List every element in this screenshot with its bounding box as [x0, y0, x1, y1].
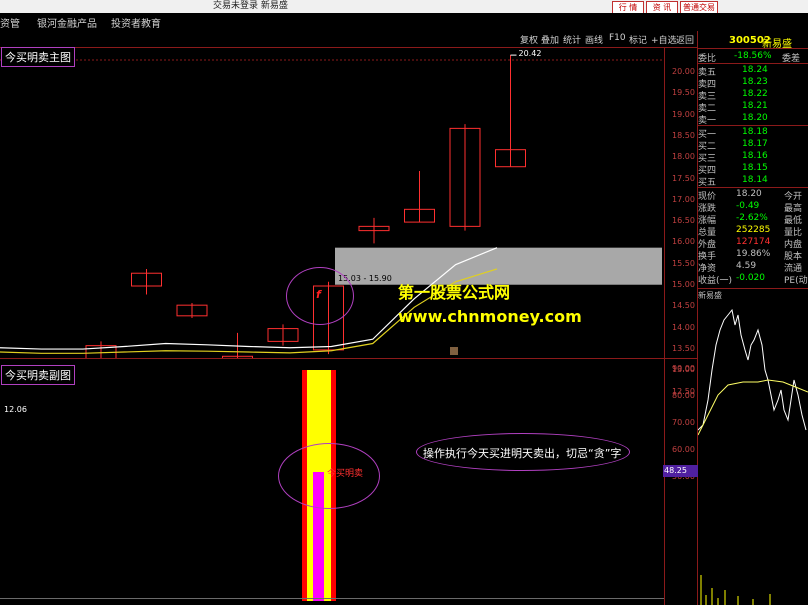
panel-resize-icon[interactable]	[450, 347, 458, 355]
high-price-label: 20.42	[518, 49, 542, 59]
buy-level-price: 18.17	[742, 139, 768, 149]
stat-value: 127174	[736, 237, 771, 247]
buy-level-price: 18.15	[742, 163, 768, 173]
stat-value: 18.20	[736, 189, 762, 199]
intraday-mini-chart[interactable]	[698, 300, 808, 605]
toolbar-back[interactable]: 返回	[676, 33, 694, 46]
buy-level-price: 18.14	[742, 175, 768, 185]
stat-value: 4.59	[736, 261, 757, 271]
main-y-tick: 14.00	[672, 322, 695, 332]
main-y-tick: 17.00	[672, 194, 695, 204]
main-y-tick: 20.00	[672, 67, 695, 76]
stat-value: -2.62%	[736, 213, 768, 223]
stat-value: 252285	[736, 225, 771, 235]
stat-right-label: PE(动)	[784, 276, 808, 286]
stat-value: -0.49	[736, 201, 760, 211]
menu-item-education[interactable]: 投资者教育	[111, 15, 161, 30]
sub-y-tick: 90.00	[672, 364, 695, 373]
stat-label: 收益(一)	[698, 276, 733, 286]
sell-level-price: 18.22	[742, 89, 768, 99]
menu-item-products[interactable]: 银河金融产品	[37, 15, 97, 30]
toolbar-overlay[interactable]: 叠加	[541, 33, 559, 46]
y-axis-border	[664, 47, 665, 605]
sub-current-value: 48.25	[663, 465, 698, 477]
weibi-value: -18.56%	[734, 51, 772, 61]
window-title: 交易未登录 新易盛	[213, 1, 288, 11]
quote-panel: 300502 新易盛 委比 -18.56% 委差 卖五 18.24 卖四 18.23 卖…	[698, 35, 808, 300]
toolbar-mark[interactable]: 标记	[629, 33, 647, 46]
watermark-title: 第一股票公式网	[398, 283, 511, 302]
sell-level-price: 18.23	[742, 77, 768, 87]
buy-level-price: 18.16	[742, 151, 768, 161]
panel-divider	[0, 358, 698, 359]
stat-value: 19.86%	[736, 249, 771, 259]
buy-level-price: 18.18	[742, 127, 768, 137]
main-y-tick: 18.50	[672, 130, 695, 140]
sub-y-tick: 60.00	[672, 445, 695, 454]
main-y-tick: 17.50	[672, 173, 695, 183]
sub-baseline	[0, 598, 664, 599]
toolbar-stats[interactable]: 统计	[563, 33, 581, 46]
title-bar: 交易未登录 新易盛 行 情 资 讯 普通交易	[0, 0, 808, 14]
main-y-tick: 15.00	[672, 280, 695, 289]
sell-level-price: 18.24	[742, 65, 768, 75]
sub-bar-label: 今买明卖	[327, 469, 364, 479]
main-y-tick: 16.50	[672, 216, 695, 226]
low-price-label: 12.06	[4, 405, 27, 415]
main-y-tick: 19.00	[672, 109, 695, 119]
note-text: 操作执行今天买进明天卖出，切忌“贪”字	[423, 447, 622, 460]
sell-level-price: 18.20	[742, 113, 768, 123]
toolbar-draw[interactable]: 画线	[585, 33, 603, 46]
main-y-tick: 16.00	[672, 237, 695, 247]
sub-chart-label: 今买明卖副图	[1, 365, 75, 385]
toolbar-add-fav[interactable]: +自选	[651, 33, 677, 46]
main-y-tick: 18.00	[672, 152, 695, 162]
toolbar-f10[interactable]: F10	[609, 33, 626, 43]
sell-level-price: 18.21	[742, 101, 768, 111]
main-y-tick: 14.50	[672, 301, 695, 311]
stat-value: -0.020	[736, 273, 766, 283]
main-chart-label: 今买明卖主图	[1, 47, 75, 67]
chart-toolbar: 复权 叠加 统计 画线 F10 标记 +自选 返回	[0, 31, 698, 47]
main-y-tick: 19.50	[672, 88, 695, 98]
menu-bar: 资管 银河金融产品 投资者教育	[0, 13, 808, 31]
sub-y-tick: 80.00	[672, 391, 695, 400]
watermark-url: www.chnmoney.com	[398, 307, 582, 326]
sub-y-tick: 70.00	[672, 418, 695, 427]
mini-chart-border	[698, 288, 808, 289]
main-y-tick: 13.50	[672, 343, 695, 353]
main-y-tick: 15.50	[672, 258, 695, 268]
buy-signal-marker: f	[316, 288, 321, 301]
toolbar-restore[interactable]: 复权	[520, 33, 538, 46]
menu-item-asset[interactable]: 资管	[0, 15, 20, 30]
